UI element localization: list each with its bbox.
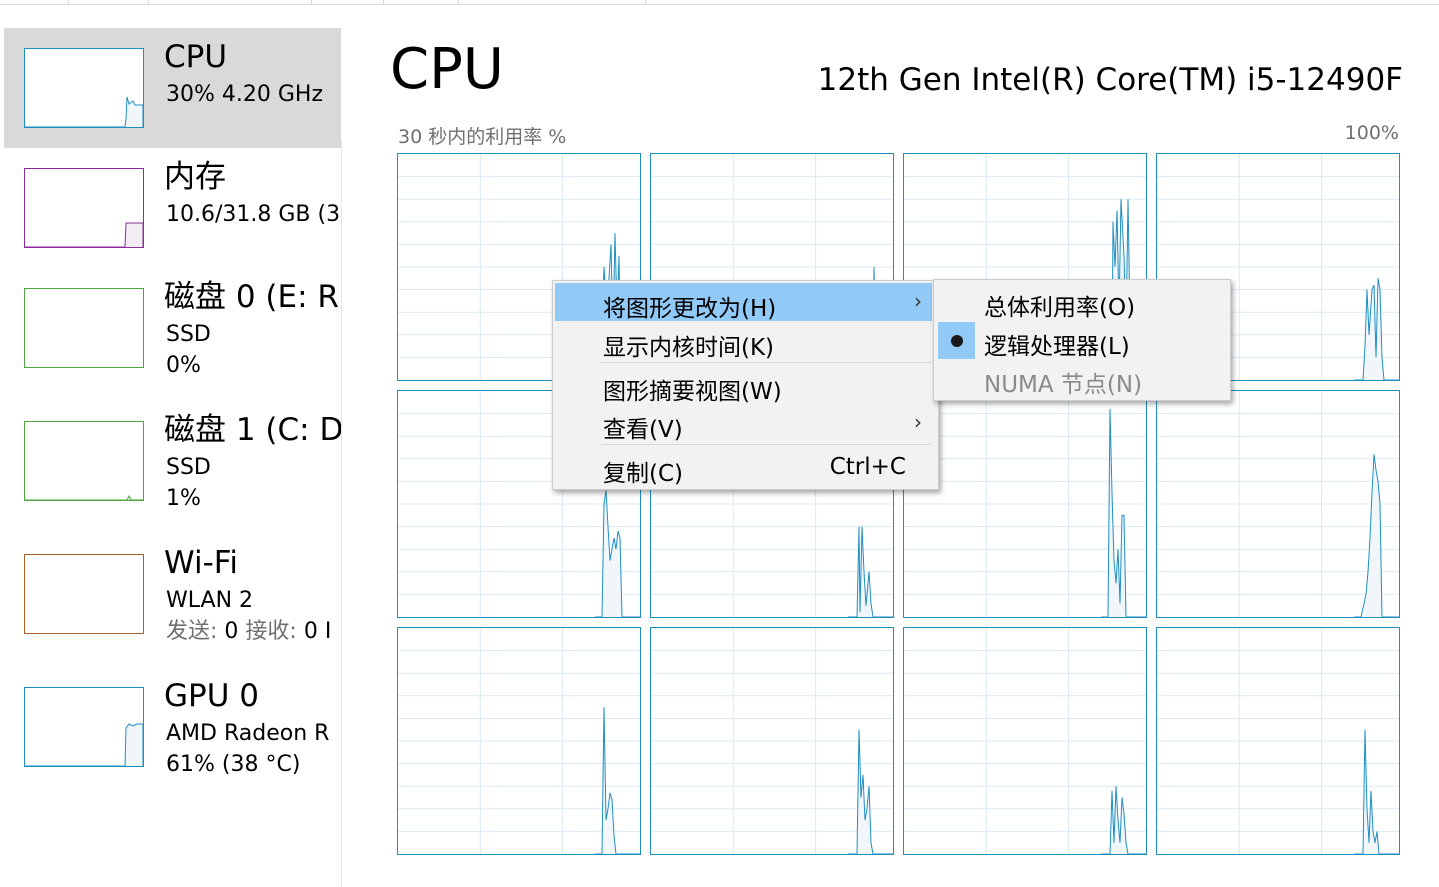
memory-thumbnail-graph (24, 168, 144, 248)
receive-label: 接收: (245, 619, 297, 644)
sidebar-item-model: AMD Radeon R (166, 721, 330, 746)
menu-item-change-graph[interactable]: 将图形更改为(H) › (555, 283, 932, 322)
submenu-item-label: NUMA 节点(N) (984, 372, 1143, 398)
sidebar-item-usage: 1% (166, 486, 201, 511)
chevron-right-icon: › (914, 410, 922, 434)
menu-item-label: 显示内核时间(K) (603, 335, 775, 361)
radio-dot-icon (951, 335, 963, 347)
sidebar-item-throughput: 发送: 0 接收: 0 I (166, 621, 331, 643)
change-graph-submenu: 总体利用率(O) 逻辑处理器(L) NUMA 节点(N) (933, 279, 1231, 401)
menu-item-shortcut: Ctrl+C (829, 454, 906, 480)
chevron-right-icon: › (914, 289, 922, 313)
sidebar-item-usage: 61% (38 °C) (166, 752, 301, 777)
menu-item-copy[interactable]: 复制(C) Ctrl+C (555, 448, 932, 487)
submenu-item-logical-processors[interactable]: 逻辑处理器(L) (936, 322, 1226, 360)
menu-item-label: 查看(V) (603, 417, 683, 443)
send-label: 发送: (166, 619, 218, 644)
sidebar-item-disk-0[interactable]: 磁盘 0 (E: R: SSD 0% (4, 268, 341, 388)
sidebar-item-cpu[interactable]: CPU 30% 4.20 GHz (4, 28, 341, 148)
menu-item-label: 图形摘要视图(W) (603, 379, 782, 405)
sidebar-item-name: Wi-Fi (164, 545, 238, 581)
utilization-axis-label: 30 秒内的利用率 % (398, 126, 567, 148)
sidebar-item-name: 磁盘 0 (E: R: (164, 279, 341, 315)
sidebar-item-disk-1[interactable]: 磁盘 1 (C: D SSD 1% (4, 401, 341, 521)
cpu-thumbnail-graph (24, 48, 144, 128)
context-menu: 将图形更改为(H) › 显示内核时间(K) 图形摘要视图(W) 查看(V) › … (552, 280, 939, 490)
wifi-thumbnail-graph (24, 554, 144, 634)
logical-processor-graph (1156, 627, 1400, 855)
logical-processor-graph (397, 627, 641, 855)
sidebar-item-wifi[interactable]: Wi-Fi WLAN 2 发送: 0 接收: 0 I (4, 534, 341, 654)
sidebar-item-name: CPU (164, 39, 228, 75)
menu-item-graph-summary-view[interactable]: 图形摘要视图(W) (555, 366, 932, 405)
sidebar-item-memory[interactable]: 内存 10.6/31.8 GB (3 (4, 148, 341, 268)
sidebar-item-detail: 30% 4.20 GHz (166, 82, 324, 107)
logical-processor-graph (650, 627, 894, 855)
send-value: 0 (224, 619, 239, 644)
sidebar-item-name: GPU 0 (164, 678, 259, 714)
utilization-max-label: 100% (1344, 122, 1399, 144)
menu-item-label: 复制(C) (603, 461, 684, 487)
page-title: CPU (390, 37, 504, 102)
sidebar-item-usage: 0% (166, 353, 201, 378)
gpu-0-thumbnail-graph (24, 687, 144, 767)
menu-item-view[interactable]: 查看(V) › (555, 404, 932, 443)
sidebar-item-adapter: WLAN 2 (166, 588, 254, 613)
sidebar-item-type: SSD (166, 322, 211, 347)
submenu-item-overall-utilization[interactable]: 总体利用率(O) (936, 283, 1226, 321)
sidebar-item-type: SSD (166, 455, 211, 480)
logical-processor-graph (903, 390, 1147, 618)
menu-separator (601, 362, 931, 363)
logical-processor-graph (903, 627, 1147, 855)
submenu-item-label: 逻辑处理器(L) (984, 334, 1130, 360)
sidebar-item-name: 磁盘 1 (C: D (164, 412, 341, 448)
menu-item-show-kernel-times[interactable]: 显示内核时间(K) (555, 322, 932, 361)
resource-sidebar: CPU 30% 4.20 GHz 内存 10.6/31.8 GB (3 磁盘 0… (0, 0, 341, 887)
sidebar-item-gpu-0[interactable]: GPU 0 AMD Radeon R 61% (38 °C) (4, 667, 341, 787)
menu-separator (601, 444, 931, 445)
sidebar-item-name: 内存 (164, 159, 226, 195)
submenu-item-numa-nodes: NUMA 节点(N) (936, 360, 1226, 398)
receive-value: 0 I (303, 619, 332, 644)
cpu-model-name: 12th Gen Intel(R) Core(TM) i5-12490F (817, 62, 1403, 98)
logical-processor-graph (1156, 390, 1400, 618)
selected-indicator (938, 322, 975, 359)
sidebar-item-detail: 10.6/31.8 GB (3 (166, 202, 341, 227)
disk-0-thumbnail-graph (24, 288, 144, 368)
submenu-item-label: 总体利用率(O) (984, 295, 1136, 321)
menu-item-label: 将图形更改为(H) (603, 296, 777, 322)
disk-1-thumbnail-graph (24, 421, 144, 501)
sidebar-divider (341, 140, 342, 887)
